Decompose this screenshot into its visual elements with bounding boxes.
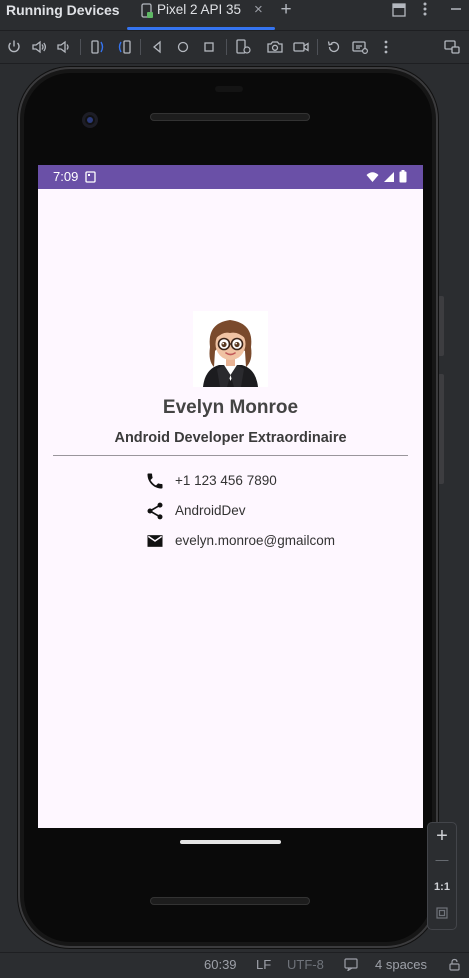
sensor-slot (215, 86, 243, 92)
toolbar-separator (226, 39, 227, 55)
power-button[interactable] (438, 296, 444, 356)
panel-title: Running Devices (6, 2, 120, 18)
close-tab-icon[interactable]: × (254, 1, 263, 18)
contact-phone: +1 123 456 7890 (145, 469, 385, 493)
zoom-out-button[interactable]: — (428, 852, 456, 867)
signal-icon (383, 172, 394, 182)
contact-social: AndroidDev (145, 499, 385, 523)
device-icon (141, 3, 153, 18)
contact-phone-text: +1 123 456 7890 (175, 473, 277, 488)
caret-position[interactable]: 60:39 (204, 957, 237, 972)
email-icon (147, 535, 163, 547)
earpiece-speaker (150, 113, 310, 121)
sim-icon (85, 171, 96, 183)
zoom-in-button[interactable]: + (428, 825, 456, 848)
active-tab-indicator (127, 27, 275, 30)
mirror-icon[interactable] (443, 38, 461, 56)
device-state-icon[interactable] (234, 38, 252, 56)
profile-title: Android Developer Extraordinaire (114, 430, 347, 446)
contact-email: evelyn.monroe@gmailcom (145, 529, 385, 553)
front-camera (82, 112, 98, 128)
title-bar: Running Devices Pixel 2 API 35 × + (0, 0, 469, 31)
volume-rocker[interactable] (438, 374, 444, 484)
rotate-left-icon[interactable] (89, 38, 107, 56)
device-screen[interactable]: 7:09 Evelyn Monroe Android Developer Ext… (38, 165, 423, 828)
screenshot-icon[interactable] (266, 38, 284, 56)
screen-record-icon[interactable] (292, 38, 310, 56)
minimize-icon[interactable] (445, 2, 467, 24)
more-icon[interactable] (377, 38, 395, 56)
snapshot-icon[interactable] (351, 38, 369, 56)
volume-up-icon[interactable] (30, 38, 48, 56)
toolbar-separator (80, 39, 81, 55)
avatar (193, 311, 268, 387)
line-separator[interactable]: LF (256, 957, 271, 972)
device-view: 7:09 Evelyn Monroe Android Developer Ext… (0, 64, 469, 952)
tab-label: Pixel 2 API 35 (157, 2, 242, 17)
battery-icon (399, 170, 407, 183)
readonly-icon[interactable] (344, 958, 358, 974)
phone-frame: 7:09 Evelyn Monroe Android Developer Ext… (18, 67, 438, 948)
zoom-fit-icon[interactable] (428, 906, 456, 924)
indent-setting[interactable]: 4 spaces (375, 957, 427, 972)
ide-status-bar: 60:39 LF UTF-8 4 spaces (0, 952, 469, 978)
rotate-right-icon[interactable] (115, 38, 133, 56)
options-icon[interactable] (414, 2, 436, 24)
zoom-controls: + — 1:1 (427, 822, 457, 930)
status-icons (366, 170, 407, 188)
home-gesture-bar[interactable] (180, 840, 281, 844)
layout-icon[interactable] (388, 3, 410, 25)
lock-icon[interactable] (448, 958, 461, 974)
android-status-bar: 7:09 (38, 165, 423, 189)
device-toolbar (0, 31, 469, 64)
phone-icon (147, 473, 163, 489)
contact-social-text: AndroidDev (175, 503, 246, 518)
toolbar-separator (317, 39, 318, 55)
back-icon[interactable] (148, 38, 166, 56)
bottom-speaker (150, 897, 310, 905)
share-icon (147, 502, 163, 520)
toolbar-separator (140, 39, 141, 55)
zoom-actual-size-button[interactable]: 1:1 (428, 881, 456, 893)
tab-pixel-2-api-35[interactable]: Pixel 2 API 35 × (127, 0, 275, 30)
wifi-icon (366, 172, 379, 182)
volume-down-icon[interactable] (55, 38, 73, 56)
status-time: 7:09 (53, 169, 79, 184)
home-icon[interactable] (174, 38, 192, 56)
add-tab-button[interactable]: + (275, 0, 297, 22)
profile-name: Evelyn Monroe (162, 397, 299, 418)
divider (53, 455, 408, 456)
contact-email-text: evelyn.monroe@gmailcom (175, 533, 336, 548)
power-icon[interactable] (5, 38, 23, 56)
file-encoding[interactable]: UTF-8 (287, 957, 324, 972)
reset-icon[interactable] (325, 38, 343, 56)
overview-icon[interactable] (200, 38, 218, 56)
